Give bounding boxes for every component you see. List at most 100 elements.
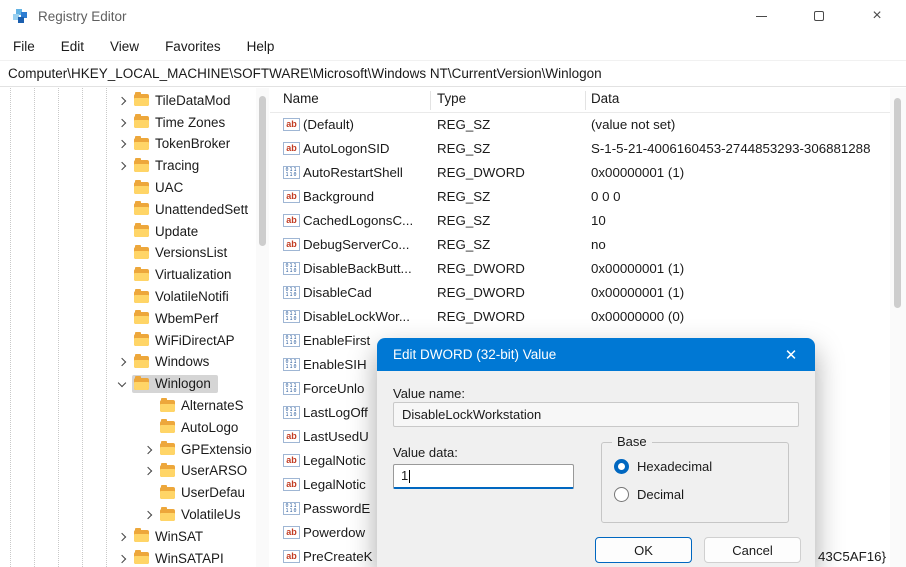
string-value-icon: ab [283, 214, 300, 227]
chevron-right-icon[interactable] [114, 136, 130, 152]
string-value-icon: ab [283, 238, 300, 251]
tree-item-winlogon[interactable]: Winlogon [0, 373, 256, 395]
tree-item-windows[interactable]: Windows [0, 352, 256, 374]
column-separator[interactable] [585, 91, 586, 110]
maximize-icon [814, 11, 824, 21]
cell-data: 0x00000000 (0) [591, 305, 888, 329]
tree-item-alternates[interactable]: AlternateS [0, 395, 256, 417]
chevron-right-icon[interactable] [114, 115, 130, 131]
cell-type: REG_DWORD [437, 257, 587, 281]
cell-type: REG_SZ [437, 185, 587, 209]
table-row[interactable]: DisableBackButt...REG_DWORD0x00000001 (1… [270, 257, 890, 281]
table-row[interactable]: abDebugServerCo...REG_SZno [270, 233, 890, 257]
table-row[interactable]: DisableLockWor...REG_DWORD0x00000000 (0) [270, 305, 890, 329]
tree-item-versionslist[interactable]: VersionsList [0, 243, 256, 265]
tree-item-volatilenotifi[interactable]: VolatileNotifi [0, 286, 256, 308]
base-group-label: Base [612, 434, 652, 449]
folder-icon [134, 182, 149, 194]
minimize-button[interactable] [732, 0, 790, 32]
tree-item-winsatapi[interactable]: WinSATAPI [0, 548, 256, 567]
tree-item-tokenbroker[interactable]: TokenBroker [0, 134, 256, 156]
tree-item-label: VolatileUs [181, 507, 241, 522]
maximize-button[interactable] [790, 0, 848, 32]
chevron-right-icon[interactable] [114, 158, 130, 174]
tree-item-update[interactable]: Update [0, 221, 256, 243]
tree-item-time-zones[interactable]: Time Zones [0, 112, 256, 134]
folder-icon [160, 421, 175, 433]
tree-item-uac[interactable]: UAC [0, 177, 256, 199]
folder-icon [134, 291, 149, 303]
address-bar[interactable]: Computer\HKEY_LOCAL_MACHINE\SOFTWARE\Mic… [0, 60, 906, 87]
list-header: Name Type Data [270, 88, 890, 113]
tree-item-label: WinSATAPI [155, 551, 224, 566]
tree-item-gpextensio[interactable]: GPExtensio [0, 439, 256, 461]
dialog-close-icon: ✕ [785, 346, 798, 364]
close-button[interactable]: × [848, 0, 906, 32]
radio-decimal[interactable]: Decimal [614, 486, 684, 502]
column-separator[interactable] [430, 91, 431, 110]
cell-data: 0 0 0 [591, 185, 888, 209]
close-icon: × [872, 8, 881, 24]
binary-value-icon [283, 286, 300, 299]
menu-item-file[interactable]: File [0, 35, 48, 58]
table-row[interactable]: DisableCadREG_DWORD0x00000001 (1) [270, 281, 890, 305]
radio-hexadecimal[interactable]: Hexadecimal [614, 458, 712, 474]
radio-unselected-icon [614, 487, 629, 502]
table-row[interactable]: abBackgroundREG_SZ0 0 0 [270, 185, 890, 209]
ok-button[interactable]: OK [595, 537, 692, 563]
list-scrollbar-thumb[interactable] [894, 98, 901, 308]
menu-item-edit[interactable]: Edit [48, 35, 97, 58]
tree-item-virtualization[interactable]: Virtualization [0, 264, 256, 286]
chevron-right-icon[interactable] [114, 354, 130, 370]
cell-data: no [591, 233, 888, 257]
menu-bar: FileEditViewFavoritesHelp [0, 32, 906, 60]
menu-item-view[interactable]: View [97, 35, 152, 58]
chevron-right-icon[interactable] [114, 93, 130, 109]
tree-item-label: GPExtensio [181, 442, 252, 457]
table-row[interactable]: abCachedLogonsC...REG_SZ10 [270, 209, 890, 233]
table-row[interactable]: abAutoLogonSIDREG_SZS-1-5-21-4006160453-… [270, 137, 890, 161]
folder-icon [134, 356, 149, 368]
chevron-down-icon[interactable] [114, 376, 130, 392]
chevron-placeholder [114, 180, 130, 196]
tree-scrollbar-thumb[interactable] [259, 96, 266, 246]
cancel-button[interactable]: Cancel [704, 537, 801, 563]
chevron-right-icon[interactable] [140, 463, 156, 479]
tree-item-userdefau[interactable]: UserDefau [0, 482, 256, 504]
tree-item-volatileus[interactable]: VolatileUs [0, 504, 256, 526]
tree-item-userarso[interactable]: UserARSO [0, 461, 256, 483]
cell-name: Background [303, 185, 435, 209]
value-name-field[interactable]: DisableLockWorkstation [393, 402, 799, 427]
column-header-data[interactable]: Data [591, 91, 619, 106]
tree-item-wifidirectap[interactable]: WiFiDirectAP [0, 330, 256, 352]
binary-value-icon [283, 502, 300, 515]
folder-icon [134, 116, 149, 128]
tree-item-wbemperf[interactable]: WbemPerf [0, 308, 256, 330]
chevron-right-icon[interactable] [140, 507, 156, 523]
menu-item-favorites[interactable]: Favorites [152, 35, 234, 58]
table-row[interactable]: AutoRestartShellREG_DWORD0x00000001 (1) [270, 161, 890, 185]
tree-item-label: UAC [155, 180, 183, 195]
chevron-placeholder [140, 420, 156, 436]
tree-item-unattendedsett[interactable]: UnattendedSett [0, 199, 256, 221]
chevron-right-icon[interactable] [114, 529, 130, 545]
string-value-icon: ab [283, 478, 300, 491]
tree-item-autologo[interactable]: AutoLogo [0, 417, 256, 439]
table-row[interactable]: ab(Default)REG_SZ(value not set) [270, 113, 890, 137]
tree-item-tiledatamod[interactable]: TileDataMod [0, 90, 256, 112]
dialog-close-button[interactable]: ✕ [781, 345, 801, 365]
column-header-type[interactable]: Type [437, 91, 466, 106]
value-data-field[interactable]: 1 [393, 464, 574, 489]
column-header-name[interactable]: Name [283, 91, 319, 106]
tree: TileDataMod Time Zones TokenBrokerTracing U… [0, 88, 256, 567]
radio-selected-icon [614, 459, 629, 474]
menu-item-help[interactable]: Help [234, 35, 288, 58]
chevron-right-icon[interactable] [140, 442, 156, 458]
chevron-right-icon[interactable] [114, 551, 130, 567]
tree-item-winsat[interactable]: WinSAT [0, 526, 256, 548]
cell-name: AutoLogonSID [303, 137, 435, 161]
tree-item-label: VolatileNotifi [155, 289, 229, 304]
tree-item-label: Time Zones [155, 115, 225, 130]
cell-data: 0x00000001 (1) [591, 281, 888, 305]
tree-item-tracing[interactable]: Tracing [0, 155, 256, 177]
